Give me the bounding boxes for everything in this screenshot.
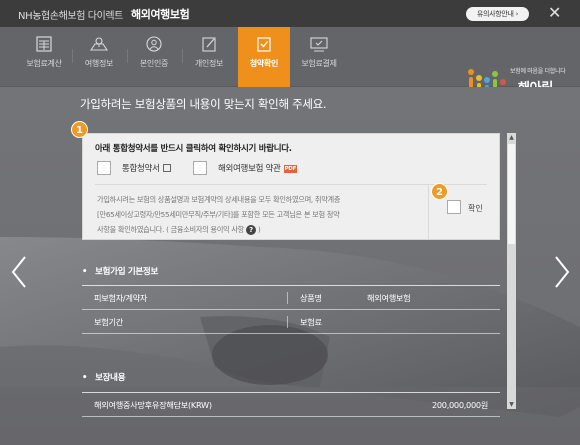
map-icon — [90, 37, 108, 51]
coverage-title: 보장내용 — [82, 371, 125, 383]
step-badge-1: 1 — [71, 121, 88, 138]
table-label: 보험료 — [300, 317, 322, 327]
next-arrow-icon[interactable] — [552, 255, 572, 289]
previous-arrow-icon[interactable] — [9, 255, 29, 289]
brand-name: NH농협손해보험 다이렉트 — [18, 11, 123, 22]
notice-button[interactable]: 유의사항안내 › — [466, 7, 529, 21]
table-label: 피보험자/계약자 — [94, 293, 148, 303]
calculator-icon — [36, 36, 52, 52]
step-label: 보험료결제 — [301, 59, 337, 68]
user-verify-icon — [146, 36, 162, 52]
table-label: 상품명 — [300, 293, 322, 303]
table-label: 보험기간 — [94, 317, 123, 327]
confirm-checkbox[interactable] — [447, 200, 461, 214]
close-icon[interactable]: ✕ — [548, 3, 561, 23]
step-personal-info[interactable]: 개인정보 — [183, 27, 235, 87]
divider — [428, 184, 429, 239]
doc1-checkbox[interactable] — [97, 161, 111, 175]
table-row: 해외여행중사망후유장해담보(KRW) 200,000,000원 — [82, 393, 500, 417]
basic-info-title: 보험가입 기본정보 — [82, 265, 158, 277]
confirm-label: 확인 — [468, 204, 483, 213]
doc2-label: 해외여행보험 약관 — [218, 164, 281, 174]
basic-info-table: 피보험자/계약자 상품명 해외여행보험 보험기간 보험료 — [82, 285, 500, 334]
description-line: 가입하시려는 보험의 상품설명과 보험계약의 상세내용을 모두 확인하였으며, … — [97, 195, 341, 204]
top-bar: NH농협손해보험 다이렉트 해외여행보험 유의사항안내 › ✕ — [0, 0, 580, 27]
external-link-icon — [162, 164, 171, 172]
table-row: 보험기간 보험료 — [82, 310, 500, 334]
integrated-application-link[interactable]: 통합청약서 — [122, 162, 171, 174]
terms-link[interactable]: 해외여행보험 약관 PDF — [218, 162, 298, 174]
description-text: 사항을 확인하였습니다. ( 금융소비자의 용이익 사항 — [97, 225, 244, 234]
step-premium-calc[interactable]: 보험료계산 — [18, 27, 73, 87]
step-identity[interactable]: 본인인증 — [128, 27, 183, 87]
coverage-table: 해외여행중사망후유장해담보(KRW) 200,000,000원 — [82, 392, 500, 417]
scroll-up-icon[interactable]: ▲ — [507, 133, 516, 142]
coverage-amount: 200,000,000원 — [431, 400, 488, 410]
pdf-icon: PDF — [283, 165, 298, 173]
logo-tagline: 보험에 마음을 더합니다 — [510, 68, 566, 75]
page-heading: 가입하려는 보험상품의 내용이 맞는지 확인해 주세요. — [80, 97, 327, 111]
scroll-down-icon[interactable]: ▼ — [507, 400, 516, 409]
divider — [287, 316, 288, 328]
description-line: 사항을 확인하였습니다. ( 금융소비자의 용이익 사항 ? ) — [97, 222, 417, 237]
table-value: 해외여행보험 — [367, 293, 411, 303]
consent-description: 가입하시려는 보험의 상품설명과 보험계약의 상세내용을 모두 확인하였으며, … — [97, 192, 417, 237]
description-text: ) — [257, 225, 261, 234]
step-navigation: 보험료계산 여행정보 본인인증 개인정보 청약확인 보험료결제 보험에 마음을 … — [0, 27, 580, 101]
scrollbar[interactable]: ▲ ▼ — [507, 133, 516, 409]
description-line: [만65세이상고령자/만55세미만무직/주부/기타]를 포함한 모든 고객님은 … — [97, 210, 340, 219]
scroll-thumb[interactable] — [508, 144, 515, 244]
step-payment[interactable]: 보험료결제 — [293, 27, 345, 87]
edit-icon — [202, 37, 216, 52]
main-content: 가입하려는 보험상품의 내용이 맞는지 확인해 주세요. 아래 통합청약서를 반… — [0, 87, 580, 445]
payment-icon — [310, 37, 328, 52]
coverage-name: 해외여행중사망후유장해담보(KRW) — [94, 400, 212, 410]
divider — [287, 292, 288, 304]
step-travel-info[interactable]: 여행정보 — [73, 27, 128, 87]
step-badge-2: 2 — [431, 183, 448, 200]
doc2-checkbox[interactable] — [193, 161, 207, 175]
doc1-label: 통합청약서 — [122, 164, 160, 174]
table-row: 피보험자/계약자 상품명 해외여행보험 — [82, 286, 500, 310]
consent-instruction: 아래 통합청약서를 반드시 클릭하여 확인하시기 바랍니다. — [95, 144, 292, 154]
check-icon — [257, 37, 271, 52]
step-subscription-confirm[interactable]: 청약확인 — [238, 27, 290, 87]
help-icon[interactable]: ? — [245, 225, 256, 235]
service-title: 해외여행보험 — [131, 8, 190, 21]
